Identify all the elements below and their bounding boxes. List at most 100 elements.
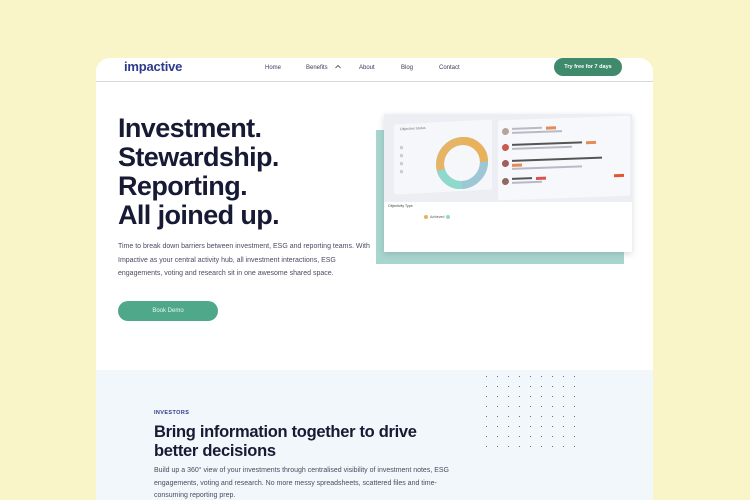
grid-dot <box>486 396 488 398</box>
chevron-down-icon[interactable] <box>334 63 342 71</box>
grid-dot <box>530 446 532 448</box>
grid-dot <box>508 426 510 428</box>
grid-dot <box>486 416 488 418</box>
grid-dot <box>563 426 565 428</box>
grid-dot <box>497 436 499 438</box>
grid-dot <box>519 426 521 428</box>
grid-dot <box>563 436 565 438</box>
grid-dot <box>541 386 543 388</box>
grid-dot <box>574 426 576 428</box>
donut-chart <box>436 136 488 190</box>
grid-dot <box>519 436 521 438</box>
grid-dot <box>508 436 510 438</box>
grid-dot <box>563 446 565 448</box>
grid-dot <box>552 386 554 388</box>
grid-dot <box>508 386 510 388</box>
grid-dot <box>508 396 510 398</box>
feed-item <box>502 154 626 172</box>
grid-dot <box>552 416 554 418</box>
objective-status-panel: Objective Status <box>394 119 492 195</box>
grid-dot <box>508 376 510 378</box>
mockup-footer-label: Objectivity Type <box>388 204 413 208</box>
grid-dot <box>530 406 532 408</box>
grid-dot <box>519 376 521 378</box>
panel-legend <box>400 146 403 174</box>
grid-dot <box>486 386 488 388</box>
grid-dot <box>563 416 565 418</box>
grid-dot <box>574 376 576 378</box>
headline-line: Stewardship. <box>118 142 279 172</box>
grid-dot <box>552 376 554 378</box>
feed-item <box>502 172 626 190</box>
nav-contact[interactable]: Contact <box>439 65 460 71</box>
grid-dot <box>541 376 543 378</box>
grid-dot <box>486 446 488 448</box>
headline-line: Reporting. <box>118 171 248 201</box>
legend-label: Achieved <box>430 215 445 219</box>
try-free-button[interactable]: Try free for 7 days <box>554 58 622 76</box>
grid-dot <box>497 396 499 398</box>
grid-dot <box>574 386 576 388</box>
grid-dot <box>552 436 554 438</box>
grid-dot <box>508 416 510 418</box>
grid-dot <box>519 396 521 398</box>
top-nav: impactive Home Benefits About Blog Conta… <box>96 58 653 82</box>
grid-dot <box>574 416 576 418</box>
grid-dot <box>497 446 499 448</box>
grid-dot <box>519 416 521 418</box>
grid-dot <box>552 396 554 398</box>
grid-dot <box>497 416 499 418</box>
grid-dot <box>508 406 510 408</box>
grid-dot <box>519 446 521 448</box>
feed-item <box>502 122 626 140</box>
grid-dot <box>563 396 565 398</box>
grid-dot <box>486 376 488 378</box>
hero-description: Time to break down barriers between inve… <box>118 243 370 277</box>
grid-dot <box>530 386 532 388</box>
grid-dot <box>552 426 554 428</box>
grid-dot <box>530 426 532 428</box>
grid-dot <box>541 396 543 398</box>
grid-dot <box>497 386 499 388</box>
activity-feed-panel <box>498 115 630 201</box>
section-description: Build up a 360° view of your investments… <box>154 467 450 499</box>
grid-dot <box>519 386 521 388</box>
grid-dot <box>574 436 576 438</box>
grid-dot <box>563 386 565 388</box>
dashboard-mockup: Objective Status Objectivity Type Achiev… <box>384 114 632 252</box>
grid-dot <box>541 406 543 408</box>
browser-frame: impactive Home Benefits About Blog Conta… <box>96 58 653 500</box>
grid-dot <box>530 376 532 378</box>
grid-dot <box>497 406 499 408</box>
section-eyebrow: INVESTORS <box>154 410 190 416</box>
book-demo-button[interactable]: Book Demo <box>118 301 218 321</box>
grid-dot <box>574 406 576 408</box>
grid-dot <box>541 436 543 438</box>
grid-dot <box>486 426 488 428</box>
grid-dot <box>574 446 576 448</box>
grid-dot <box>563 376 565 378</box>
grid-dot <box>497 376 499 378</box>
mockup-top-area: Objective Status <box>384 114 632 202</box>
section-title: Bring information together to drive bett… <box>154 423 417 460</box>
nav-blog[interactable]: Blog <box>401 65 413 71</box>
grid-dot <box>552 446 554 448</box>
legend-dot <box>424 215 428 219</box>
grid-dot <box>574 396 576 398</box>
grid-dot <box>486 436 488 438</box>
logo[interactable]: impactive <box>124 59 182 74</box>
nav-about[interactable]: About <box>359 65 375 71</box>
feed-item <box>502 138 626 156</box>
grid-dot <box>530 416 532 418</box>
nav-benefits[interactable]: Benefits <box>306 65 328 71</box>
hero-headline: Investment. Stewardship. Reporting. All … <box>118 114 280 230</box>
grid-dot <box>541 446 543 448</box>
grid-dot <box>497 426 499 428</box>
grid-dot <box>508 446 510 448</box>
grid-dot <box>530 396 532 398</box>
nav-home[interactable]: Home <box>265 65 281 71</box>
panel-title: Objective Status <box>400 125 426 132</box>
grid-dot <box>541 426 543 428</box>
grid-dot <box>541 416 543 418</box>
headline-line: All joined up. <box>118 200 280 230</box>
